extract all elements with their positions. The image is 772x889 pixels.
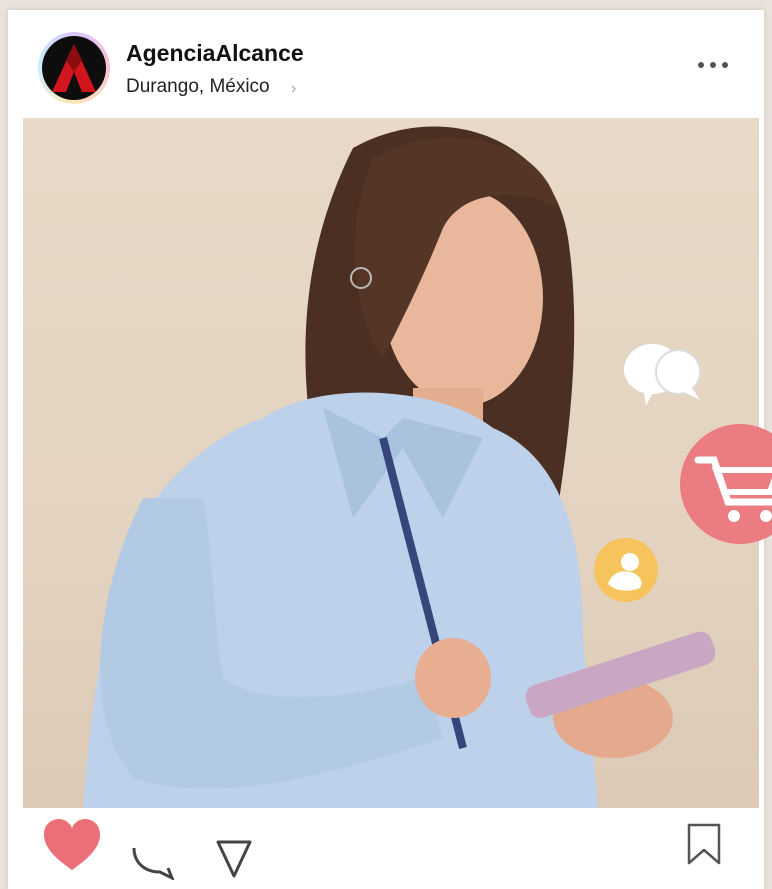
- bookmark-icon[interactable]: [686, 822, 722, 871]
- comment-icon[interactable]: [120, 828, 182, 885]
- avatar[interactable]: [38, 32, 110, 104]
- chat-bubbles-icon: [622, 338, 706, 415]
- post-header: AgenciaAlcance Durango, México ›: [8, 10, 764, 118]
- chevron-right-icon: ›: [291, 80, 297, 97]
- more-horizontal-icon[interactable]: [698, 60, 728, 70]
- post-image: [23, 118, 759, 808]
- post-card: AgenciaAlcance Durango, México ›: [8, 10, 764, 889]
- agency-logo-icon: [42, 36, 106, 100]
- username[interactable]: AgenciaAlcance: [126, 40, 304, 67]
- send-icon[interactable]: [214, 828, 254, 885]
- location[interactable]: Durango, México: [126, 76, 270, 98]
- user-icon: [594, 538, 658, 607]
- shopping-cart-icon: [680, 424, 772, 549]
- heart-icon[interactable]: [42, 818, 102, 877]
